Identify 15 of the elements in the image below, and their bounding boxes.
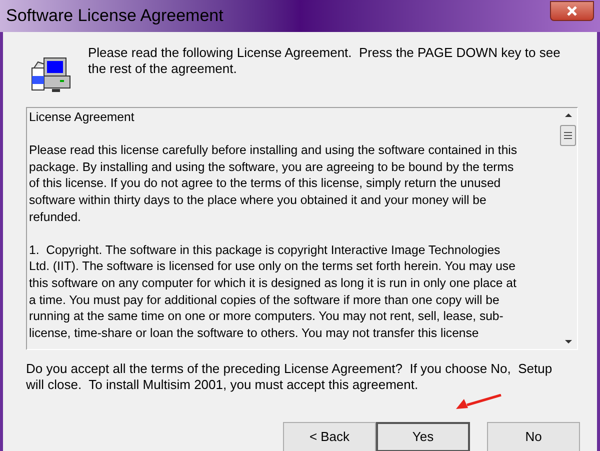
scroll-up-icon[interactable] bbox=[564, 111, 572, 120]
window-title: Software License Agreement bbox=[6, 5, 224, 28]
annotation-arrow bbox=[455, 394, 503, 410]
instruction-text: Please read the following License Agreement. Press the PAGE DOWN key to see the rest of the agreement. bbox=[88, 45, 560, 77]
dialog-button[interactable]: Yes bbox=[376, 422, 470, 451]
question-text: Do you accept all the terms of the preceding License Agreement? If you choose No, Setup will close. To install Multisim 2001, you must accept this agreement. bbox=[26, 361, 552, 393]
license-heading: License Agreement bbox=[29, 109, 136, 126]
scrollbar-thumb[interactable] bbox=[560, 125, 576, 146]
dialog-button[interactable]: < Back bbox=[283, 422, 376, 451]
license-paragraph: 1. Copyright. The software in this package is copyright Interactive Image Technologies Ltd. (IIT). The software is licensed for use only on the terms set forth herein. You may use this software on any computer for which it is designed as long it is run in only one place at a time. You must pay for additional copies of the software if more than one copy will be running at the same time on one or more computers. You may not rent, sell, lease, sub- license, time-share or loan the software to others. You may not transfer this license bbox=[29, 242, 518, 342]
close-button[interactable] bbox=[550, 1, 594, 21]
scroll-down-icon[interactable] bbox=[564, 337, 572, 346]
close-icon bbox=[566, 6, 578, 16]
dialog-button[interactable]: No bbox=[487, 422, 580, 451]
license-paragraph: Please read this license carefully before installing and using the software contained in this package. By installing and using the software, you are agreeing to be bound by the terms of this license. If you do not agree to the terms of this license, simply return the unused software within thirty days to the place where you obtained it and your money will be refunded. bbox=[29, 142, 518, 226]
